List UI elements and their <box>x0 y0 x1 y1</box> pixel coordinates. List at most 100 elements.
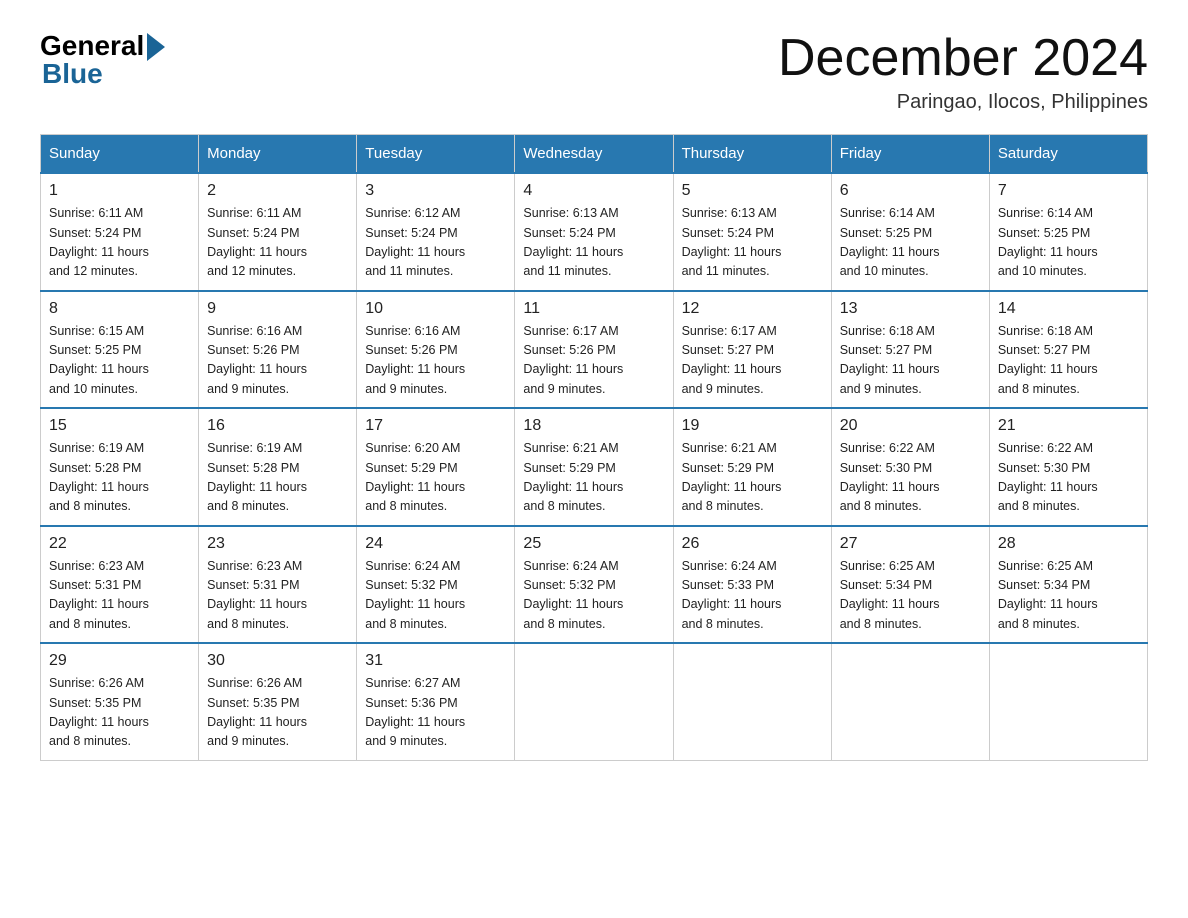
day-number: 8 <box>49 300 190 318</box>
calendar-day-cell: 11 Sunrise: 6:17 AMSunset: 5:26 PMDaylig… <box>515 291 673 409</box>
day-number: 11 <box>523 300 664 318</box>
day-info: Sunrise: 6:25 AMSunset: 5:34 PMDaylight:… <box>998 557 1139 635</box>
calendar-table: SundayMondayTuesdayWednesdayThursdayFrid… <box>40 134 1148 761</box>
calendar-week-row: 29 Sunrise: 6:26 AMSunset: 5:35 PMDaylig… <box>41 643 1148 760</box>
calendar-day-cell: 24 Sunrise: 6:24 AMSunset: 5:32 PMDaylig… <box>357 526 515 644</box>
calendar-day-cell: 30 Sunrise: 6:26 AMSunset: 5:35 PMDaylig… <box>199 643 357 760</box>
day-info: Sunrise: 6:27 AMSunset: 5:36 PMDaylight:… <box>365 674 506 752</box>
calendar-day-cell: 26 Sunrise: 6:24 AMSunset: 5:33 PMDaylig… <box>673 526 831 644</box>
day-info: Sunrise: 6:23 AMSunset: 5:31 PMDaylight:… <box>49 557 190 635</box>
day-info: Sunrise: 6:20 AMSunset: 5:29 PMDaylight:… <box>365 439 506 517</box>
day-info: Sunrise: 6:21 AMSunset: 5:29 PMDaylight:… <box>523 439 664 517</box>
page-header: General Blue December 2024 Paringao, Ilo… <box>40 30 1148 114</box>
day-info: Sunrise: 6:24 AMSunset: 5:33 PMDaylight:… <box>682 557 823 635</box>
calendar-day-cell: 6 Sunrise: 6:14 AMSunset: 5:25 PMDayligh… <box>831 173 989 291</box>
day-number: 5 <box>682 182 823 200</box>
logo-blue-text: Blue <box>40 58 103 90</box>
day-number: 9 <box>207 300 348 318</box>
day-number: 7 <box>998 182 1139 200</box>
day-number: 31 <box>365 652 506 670</box>
day-info: Sunrise: 6:14 AMSunset: 5:25 PMDaylight:… <box>840 204 981 282</box>
header-thursday: Thursday <box>673 135 831 174</box>
empty-cell <box>673 643 831 760</box>
day-info: Sunrise: 6:12 AMSunset: 5:24 PMDaylight:… <box>365 204 506 282</box>
calendar-day-cell: 20 Sunrise: 6:22 AMSunset: 5:30 PMDaylig… <box>831 408 989 526</box>
calendar-day-cell: 5 Sunrise: 6:13 AMSunset: 5:24 PMDayligh… <box>673 173 831 291</box>
calendar-day-cell: 17 Sunrise: 6:20 AMSunset: 5:29 PMDaylig… <box>357 408 515 526</box>
calendar-week-row: 15 Sunrise: 6:19 AMSunset: 5:28 PMDaylig… <box>41 408 1148 526</box>
day-number: 13 <box>840 300 981 318</box>
day-number: 24 <box>365 535 506 553</box>
calendar-day-cell: 2 Sunrise: 6:11 AMSunset: 5:24 PMDayligh… <box>199 173 357 291</box>
calendar-week-row: 8 Sunrise: 6:15 AMSunset: 5:25 PMDayligh… <box>41 291 1148 409</box>
calendar-day-cell: 13 Sunrise: 6:18 AMSunset: 5:27 PMDaylig… <box>831 291 989 409</box>
day-number: 15 <box>49 417 190 435</box>
day-number: 19 <box>682 417 823 435</box>
header-friday: Friday <box>831 135 989 174</box>
calendar-week-row: 1 Sunrise: 6:11 AMSunset: 5:24 PMDayligh… <box>41 173 1148 291</box>
calendar-week-row: 22 Sunrise: 6:23 AMSunset: 5:31 PMDaylig… <box>41 526 1148 644</box>
day-info: Sunrise: 6:17 AMSunset: 5:27 PMDaylight:… <box>682 322 823 400</box>
calendar-day-cell: 16 Sunrise: 6:19 AMSunset: 5:28 PMDaylig… <box>199 408 357 526</box>
header-monday: Monday <box>199 135 357 174</box>
day-number: 25 <box>523 535 664 553</box>
day-number: 22 <box>49 535 190 553</box>
day-info: Sunrise: 6:16 AMSunset: 5:26 PMDaylight:… <box>365 322 506 400</box>
day-info: Sunrise: 6:17 AMSunset: 5:26 PMDaylight:… <box>523 322 664 400</box>
day-number: 16 <box>207 417 348 435</box>
day-number: 30 <box>207 652 348 670</box>
calendar-day-cell: 10 Sunrise: 6:16 AMSunset: 5:26 PMDaylig… <box>357 291 515 409</box>
day-info: Sunrise: 6:13 AMSunset: 5:24 PMDaylight:… <box>523 204 664 282</box>
day-number: 23 <box>207 535 348 553</box>
calendar-day-cell: 4 Sunrise: 6:13 AMSunset: 5:24 PMDayligh… <box>515 173 673 291</box>
calendar-day-cell: 7 Sunrise: 6:14 AMSunset: 5:25 PMDayligh… <box>989 173 1147 291</box>
day-number: 20 <box>840 417 981 435</box>
day-info: Sunrise: 6:26 AMSunset: 5:35 PMDaylight:… <box>207 674 348 752</box>
empty-cell <box>831 643 989 760</box>
calendar-header-row: SundayMondayTuesdayWednesdayThursdayFrid… <box>41 135 1148 174</box>
day-number: 29 <box>49 652 190 670</box>
day-info: Sunrise: 6:21 AMSunset: 5:29 PMDaylight:… <box>682 439 823 517</box>
header-sunday: Sunday <box>41 135 199 174</box>
calendar-day-cell: 3 Sunrise: 6:12 AMSunset: 5:24 PMDayligh… <box>357 173 515 291</box>
day-number: 21 <box>998 417 1139 435</box>
calendar-day-cell: 18 Sunrise: 6:21 AMSunset: 5:29 PMDaylig… <box>515 408 673 526</box>
day-info: Sunrise: 6:14 AMSunset: 5:25 PMDaylight:… <box>998 204 1139 282</box>
calendar-day-cell: 21 Sunrise: 6:22 AMSunset: 5:30 PMDaylig… <box>989 408 1147 526</box>
calendar-day-cell: 22 Sunrise: 6:23 AMSunset: 5:31 PMDaylig… <box>41 526 199 644</box>
day-number: 28 <box>998 535 1139 553</box>
day-info: Sunrise: 6:11 AMSunset: 5:24 PMDaylight:… <box>207 204 348 282</box>
logo: General Blue <box>40 30 165 90</box>
day-info: Sunrise: 6:16 AMSunset: 5:26 PMDaylight:… <box>207 322 348 400</box>
calendar-day-cell: 29 Sunrise: 6:26 AMSunset: 5:35 PMDaylig… <box>41 643 199 760</box>
day-number: 4 <box>523 182 664 200</box>
day-number: 3 <box>365 182 506 200</box>
day-number: 17 <box>365 417 506 435</box>
header-tuesday: Tuesday <box>357 135 515 174</box>
calendar-day-cell: 12 Sunrise: 6:17 AMSunset: 5:27 PMDaylig… <box>673 291 831 409</box>
calendar-day-cell: 14 Sunrise: 6:18 AMSunset: 5:27 PMDaylig… <box>989 291 1147 409</box>
header-saturday: Saturday <box>989 135 1147 174</box>
calendar-day-cell: 25 Sunrise: 6:24 AMSunset: 5:32 PMDaylig… <box>515 526 673 644</box>
day-info: Sunrise: 6:13 AMSunset: 5:24 PMDaylight:… <box>682 204 823 282</box>
empty-cell <box>515 643 673 760</box>
calendar-day-cell: 23 Sunrise: 6:23 AMSunset: 5:31 PMDaylig… <box>199 526 357 644</box>
day-info: Sunrise: 6:22 AMSunset: 5:30 PMDaylight:… <box>998 439 1139 517</box>
day-info: Sunrise: 6:19 AMSunset: 5:28 PMDaylight:… <box>207 439 348 517</box>
logo-arrow-icon <box>147 33 165 61</box>
day-info: Sunrise: 6:19 AMSunset: 5:28 PMDaylight:… <box>49 439 190 517</box>
day-number: 12 <box>682 300 823 318</box>
calendar-day-cell: 9 Sunrise: 6:16 AMSunset: 5:26 PMDayligh… <box>199 291 357 409</box>
day-number: 27 <box>840 535 981 553</box>
day-number: 26 <box>682 535 823 553</box>
day-info: Sunrise: 6:15 AMSunset: 5:25 PMDaylight:… <box>49 322 190 400</box>
location-subtitle: Paringao, Ilocos, Philippines <box>778 91 1148 114</box>
day-number: 14 <box>998 300 1139 318</box>
day-info: Sunrise: 6:24 AMSunset: 5:32 PMDaylight:… <box>365 557 506 635</box>
day-info: Sunrise: 6:24 AMSunset: 5:32 PMDaylight:… <box>523 557 664 635</box>
day-info: Sunrise: 6:25 AMSunset: 5:34 PMDaylight:… <box>840 557 981 635</box>
title-section: December 2024 Paringao, Ilocos, Philippi… <box>778 30 1148 114</box>
header-wednesday: Wednesday <box>515 135 673 174</box>
day-number: 18 <box>523 417 664 435</box>
calendar-day-cell: 28 Sunrise: 6:25 AMSunset: 5:34 PMDaylig… <box>989 526 1147 644</box>
